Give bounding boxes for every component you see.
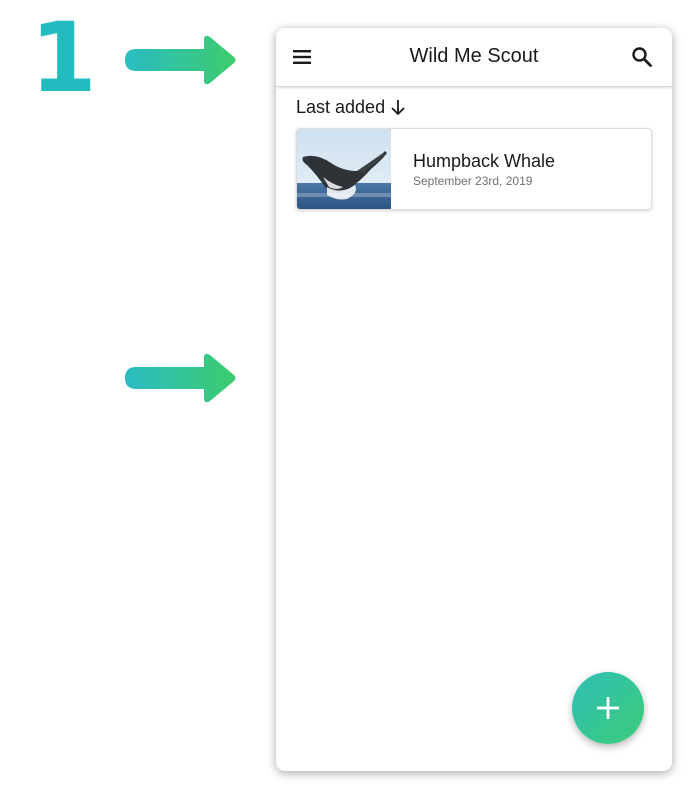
plus-icon xyxy=(596,696,620,720)
arrow-down-icon xyxy=(389,98,407,116)
add-sighting-button[interactable] xyxy=(572,672,644,744)
pointer-arrow-icon xyxy=(122,350,238,406)
sighting-date: September 23rd, 2019 xyxy=(413,174,533,188)
step-number: 1 xyxy=(30,2,97,114)
phone-screen: Wild Me Scout Last added Humpback Whale … xyxy=(276,28,672,771)
pointer-arrow-icon xyxy=(122,32,238,88)
sort-toggle[interactable]: Last added xyxy=(296,96,407,118)
sort-label: Last added xyxy=(296,96,386,117)
sighting-title: Humpback Whale xyxy=(413,151,556,171)
app-bar: Wild Me Scout xyxy=(276,28,672,87)
sighting-card[interactable]: Humpback Whale September 23rd, 2019 xyxy=(296,128,652,210)
app-title: Wild Me Scout xyxy=(409,45,539,67)
whale-thumbnail-image xyxy=(297,129,391,209)
search-icon[interactable] xyxy=(631,46,653,68)
